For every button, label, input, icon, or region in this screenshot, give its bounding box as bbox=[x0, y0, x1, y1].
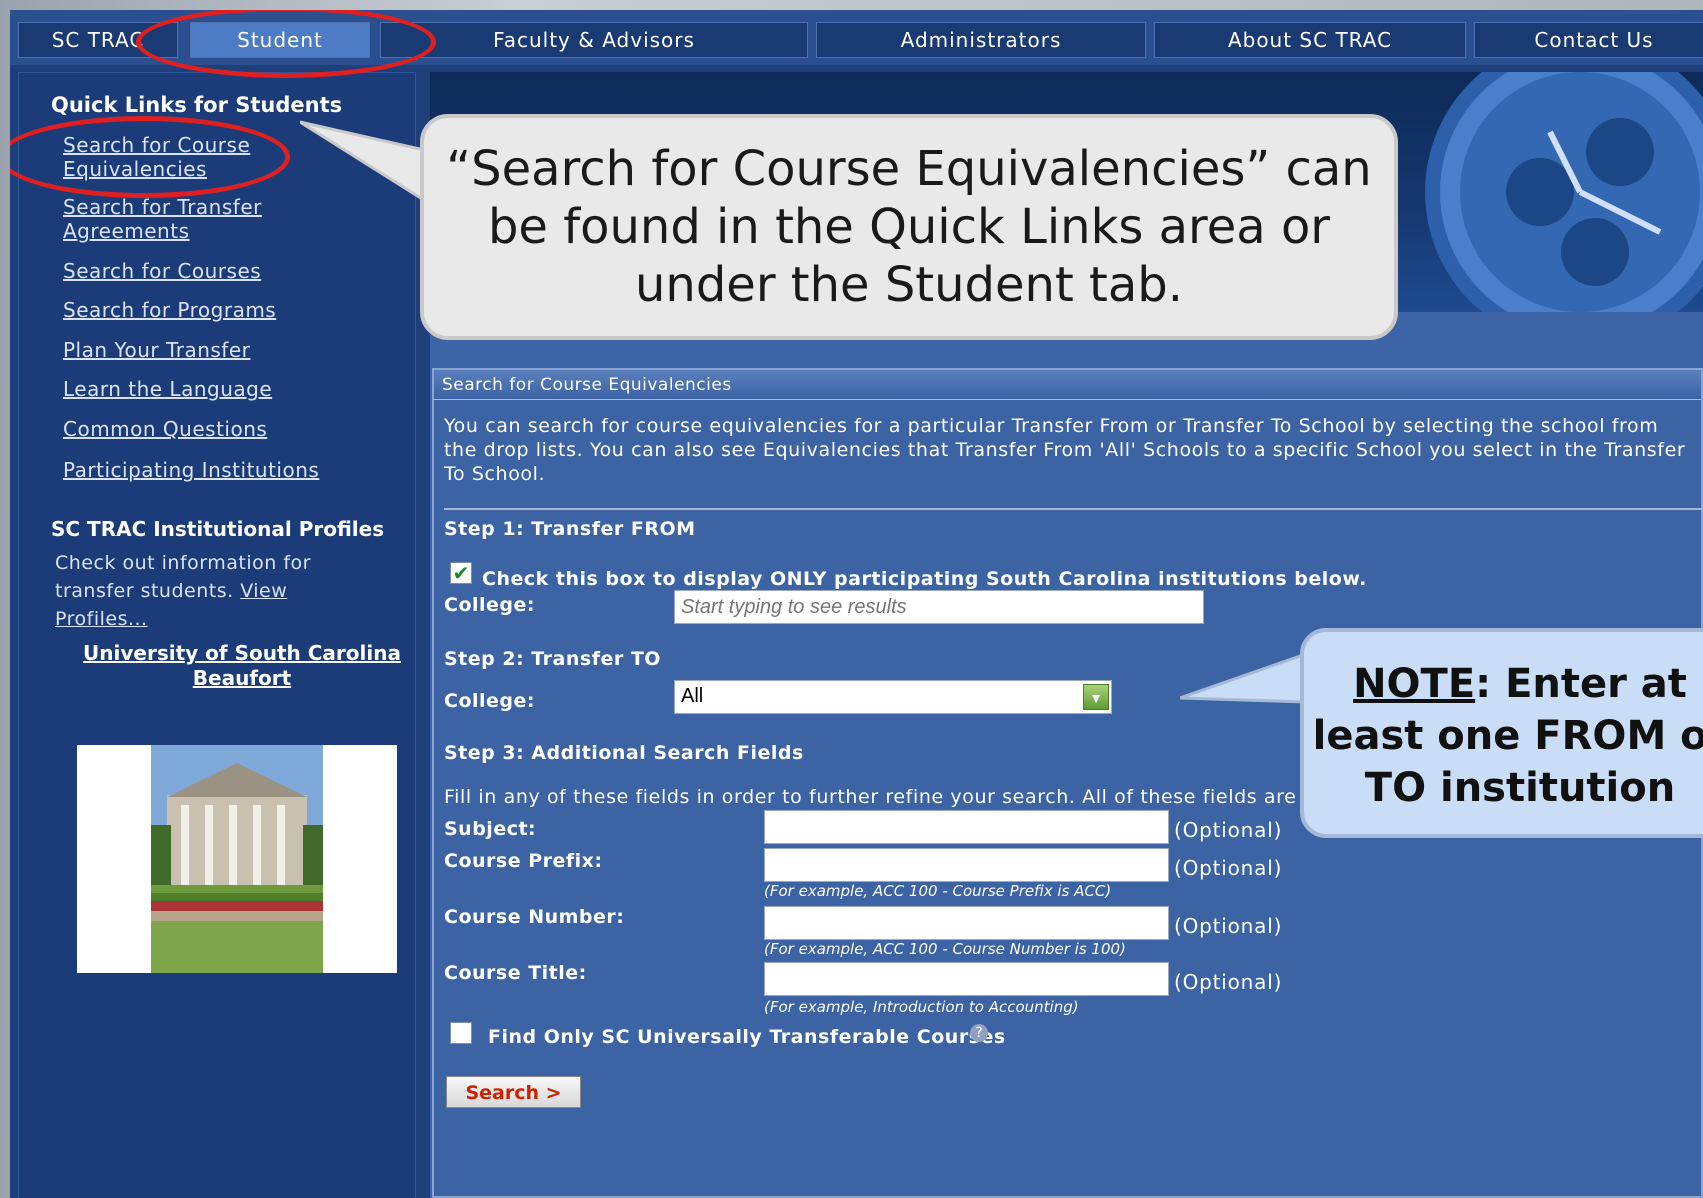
step3-note: Fill in any of these fields in order to … bbox=[444, 786, 1392, 808]
link-plan-transfer[interactable]: Plan Your Transfer bbox=[63, 338, 250, 362]
note-callout: NOTE: Enter at least one FROM or TO inst… bbox=[1300, 628, 1703, 838]
link-programs[interactable]: Search for Programs bbox=[63, 298, 276, 322]
tab-contact[interactable]: Contact Us bbox=[1474, 22, 1703, 58]
tab-label: Administrators bbox=[900, 28, 1062, 52]
help-icon[interactable]: ? bbox=[970, 1024, 988, 1042]
course-prefix-label: Course Prefix: bbox=[444, 850, 603, 872]
subject-optional: (Optional) bbox=[1174, 818, 1283, 842]
tab-label: About SC TRAC bbox=[1227, 28, 1393, 52]
search-button[interactable]: Search > bbox=[446, 1076, 581, 1108]
to-college-select[interactable]: All ▼ bbox=[674, 680, 1112, 714]
course-title-hint: (For example, Introduction to Accounting… bbox=[764, 998, 1079, 1016]
quick-link-highlight bbox=[10, 116, 290, 198]
chevron-down-icon[interactable]: ▼ bbox=[1083, 684, 1109, 710]
student-tab-highlight bbox=[136, 10, 436, 78]
from-college-label: College: bbox=[444, 594, 535, 616]
school-building-image bbox=[77, 745, 397, 973]
link-transfer-agreements[interactable]: Search for Transfer Agreements bbox=[63, 195, 283, 243]
note-prefix: NOTE bbox=[1353, 661, 1476, 707]
profiles-heading: SC TRAC Institutional Profiles bbox=[51, 517, 385, 541]
from-college-input[interactable] bbox=[674, 590, 1204, 624]
course-number-hint: (For example, ACC 100 - Course Number is… bbox=[764, 940, 1126, 958]
course-prefix-optional: (Optional) bbox=[1174, 856, 1283, 880]
to-college-value: All bbox=[681, 685, 704, 707]
sc-only-checkbox-label: Check this box to display ONLY participa… bbox=[482, 568, 1367, 590]
sc-only-checkbox[interactable]: ✔ bbox=[450, 562, 472, 584]
panel-description: You can search for course equivalencies … bbox=[444, 415, 1686, 485]
callout1-pointer bbox=[300, 120, 426, 203]
school-name-link[interactable]: University of South Carolina Beaufort bbox=[77, 641, 407, 691]
link-common-questions[interactable]: Common Questions bbox=[63, 417, 267, 441]
tab-faculty-advisors[interactable]: Faculty & Advisors bbox=[380, 22, 808, 58]
step2-heading: Step 2: Transfer TO bbox=[444, 648, 661, 670]
subject-label: Subject: bbox=[444, 818, 537, 840]
course-number-input[interactable] bbox=[764, 906, 1169, 940]
universal-transferable-checkbox[interactable] bbox=[450, 1022, 472, 1044]
course-number-label: Course Number: bbox=[444, 906, 625, 928]
course-title-label: Course Title: bbox=[444, 962, 587, 984]
course-title-optional: (Optional) bbox=[1174, 970, 1283, 994]
panel-title: Search for Course Equivalencies bbox=[434, 370, 1701, 400]
link-courses[interactable]: Search for Courses bbox=[63, 259, 261, 283]
divider bbox=[444, 508, 1703, 510]
sidebar: Quick Links for Students Search for Cour… bbox=[18, 72, 416, 1198]
universal-transferable-label: Find Only SC Universally Transferable Co… bbox=[488, 1026, 1006, 1048]
tab-label: Contact Us bbox=[1534, 28, 1654, 52]
tab-administrators[interactable]: Administrators bbox=[816, 22, 1146, 58]
course-prefix-hint: (For example, ACC 100 - Course Prefix is… bbox=[764, 882, 1112, 900]
step1-heading: Step 1: Transfer FROM bbox=[444, 518, 696, 540]
link-participating-institutions[interactable]: Participating Institutions bbox=[63, 458, 319, 482]
profiles-text: Check out information for transfer stude… bbox=[55, 549, 375, 633]
quick-links-callout: “Search for Course Equivalencies” can be… bbox=[420, 114, 1398, 340]
course-number-optional: (Optional) bbox=[1174, 914, 1283, 938]
subject-input[interactable] bbox=[764, 810, 1169, 844]
tab-label: Faculty & Advisors bbox=[493, 28, 695, 52]
app-frame: SC TRAC Student Faculty & Advisors Admin… bbox=[10, 10, 1703, 1198]
tab-label: SC TRAC bbox=[51, 28, 145, 52]
quick-links-heading: Quick Links for Students bbox=[51, 93, 343, 117]
callout2-pointer bbox=[1180, 651, 1308, 704]
to-college-label: College: bbox=[444, 690, 535, 712]
tab-about[interactable]: About SC TRAC bbox=[1154, 22, 1466, 58]
course-prefix-input[interactable] bbox=[764, 848, 1169, 882]
link-learn-language[interactable]: Learn the Language bbox=[63, 377, 272, 401]
step3-heading: Step 3: Additional Search Fields bbox=[444, 742, 804, 764]
course-title-input[interactable] bbox=[764, 962, 1169, 996]
school-photo[interactable] bbox=[77, 745, 397, 973]
